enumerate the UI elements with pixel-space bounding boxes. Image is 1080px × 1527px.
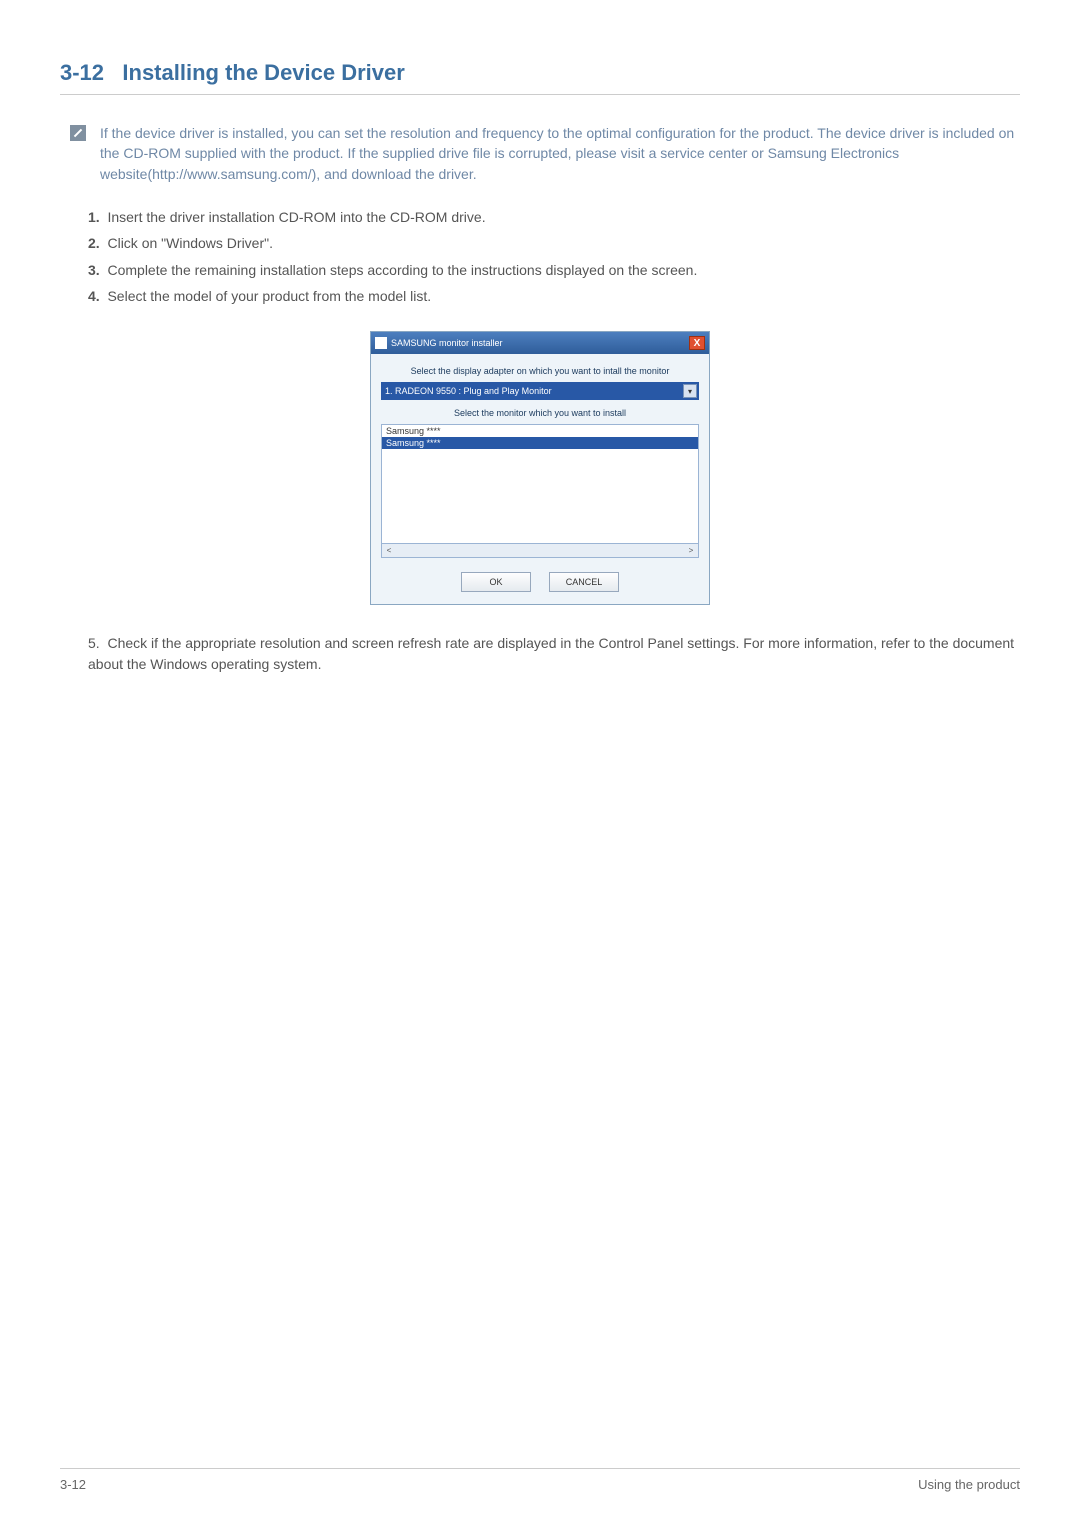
list-item[interactable]: Samsung **** (382, 425, 698, 437)
chevron-down-icon[interactable]: ▾ (683, 384, 697, 398)
dialog-titlebar: SAMSUNG monitor installer X (371, 332, 709, 354)
note-block: If the device driver is installed, you c… (60, 123, 1020, 184)
scroll-right-arrow-icon[interactable]: > (684, 544, 698, 557)
page-footer: 3-12 Using the product (60, 1468, 1020, 1492)
installer-dialog: SAMSUNG monitor installer X Select the d… (370, 331, 710, 605)
cancel-button[interactable]: CANCEL (549, 572, 619, 592)
step-item: 5. Check if the appropriate resolution a… (88, 633, 1020, 675)
list-item[interactable]: Samsung **** (382, 437, 698, 449)
ordered-steps-continued: 5. Check if the appropriate resolution a… (60, 633, 1020, 675)
page-heading: 3-12 Installing the Device Driver (60, 60, 1020, 95)
step-text: Select the model of your product from th… (107, 288, 431, 304)
monitor-listbox[interactable]: Samsung **** Samsung **** (381, 424, 699, 544)
footer-right: Using the product (918, 1477, 1020, 1492)
heading-title: Installing the Device Driver (122, 60, 404, 85)
adapter-combobox[interactable]: 1. RADEON 9550 : Plug and Play Monitor ▾ (381, 382, 699, 400)
dialog-title: SAMSUNG monitor installer (391, 338, 503, 348)
footer-left: 3-12 (60, 1477, 86, 1492)
ok-button[interactable]: OK (461, 572, 531, 592)
step-item: 3. Complete the remaining installation s… (88, 259, 1020, 285)
step-item: 2. Click on "Windows Driver". (88, 232, 1020, 258)
close-button[interactable]: X (689, 336, 705, 350)
adapter-label: Select the display adapter on which you … (381, 366, 699, 376)
step-text: Complete the remaining installation step… (107, 262, 697, 278)
ordered-steps: 1. Insert the driver installation CD-ROM… (60, 206, 1020, 312)
scroll-left-arrow-icon[interactable]: < (382, 544, 396, 557)
monitor-label: Select the monitor which you want to ins… (381, 408, 699, 418)
step-text: Insert the driver installation CD-ROM in… (107, 209, 485, 225)
step-item: 1. Insert the driver installation CD-ROM… (88, 206, 1020, 232)
note-text: If the device driver is installed, you c… (100, 123, 1020, 184)
note-icon (70, 125, 86, 141)
app-icon (375, 337, 387, 349)
combo-value: 1. RADEON 9550 : Plug and Play Monitor (385, 386, 552, 396)
heading-number: 3-12 (60, 60, 104, 85)
step-text: Check if the appropriate resolution and … (88, 635, 1014, 672)
step-item: 4. Select the model of your product from… (88, 285, 1020, 311)
horizontal-scrollbar[interactable]: < > (381, 544, 699, 558)
step-text: Click on "Windows Driver". (107, 235, 273, 251)
